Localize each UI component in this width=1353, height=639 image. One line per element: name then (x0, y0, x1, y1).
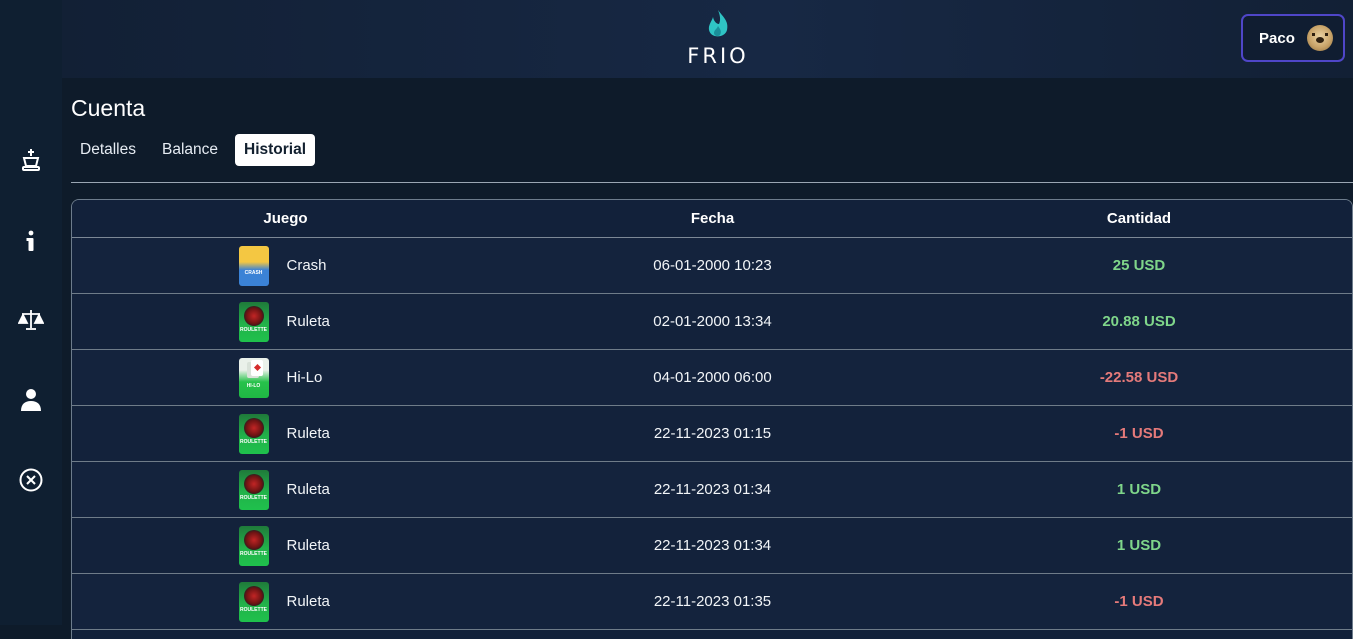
game-cell: ROULETTE Ruleta (72, 525, 499, 566)
game-name: Ruleta (286, 313, 330, 330)
game-name: Hi-Lo (286, 369, 323, 386)
game-name: Crash (286, 257, 327, 274)
table-row[interactable]: CRASH Crash 06-01-2000 10:23 25 USD (72, 238, 1352, 294)
table-row[interactable]: HI-LO Hi-Lo 04-01-2000 06:00 -22.58 USD (72, 350, 1352, 406)
tab-balance[interactable]: Balance (153, 134, 227, 166)
roulette-game-thumbnail: ROULETTE (238, 469, 269, 510)
close-circle-icon[interactable] (16, 465, 46, 495)
roulette-game-thumbnail: ROULETTE (238, 581, 269, 622)
thumbnail-label: ROULETTE (240, 326, 267, 333)
date-cell: 04-01-2000 06:00 (653, 369, 772, 386)
thumbnail-label: ROULETTE (240, 550, 267, 557)
thumbnail-label: ROULETTE (240, 438, 267, 445)
header: FRIO Paco (62, 0, 1353, 78)
date-cell: 22-11-2023 01:15 (653, 425, 772, 442)
avatar (1306, 25, 1333, 51)
date-cell: 22-11-2023 01:35 (653, 593, 772, 610)
date-cell: 06-01-2000 10:23 (653, 257, 772, 274)
date-cell: 22-11-2023 01:34 (653, 537, 772, 554)
amount-cell: -1 USD (1114, 593, 1164, 610)
roulette-wheel-icon (243, 585, 264, 606)
table-header: Juego Fecha Cantidad (72, 200, 1352, 238)
game-cell: ROULETTE Ruleta (72, 413, 499, 454)
page-title: Cuenta (71, 95, 146, 121)
tab-detalles[interactable]: Detalles (71, 134, 145, 166)
roulette-wheel-icon (243, 417, 264, 438)
history-table: Juego Fecha Cantidad CRASH Crash 06-01-200… (71, 199, 1353, 639)
roulette-wheel-icon (243, 473, 264, 494)
table-row[interactable]: ROULETTE Ruleta 22-11-2023 01:15 -1 USD (72, 406, 1352, 462)
logo-text: FRIO (687, 44, 749, 68)
hilo-game-thumbnail: HI-LO (238, 357, 269, 398)
flame-icon (708, 10, 728, 37)
table-row[interactable]: ROULETTE Ruleta 22-11-2023 01:34 1 USD (72, 518, 1352, 574)
game-name: Ruleta (286, 481, 330, 498)
user-menu-button[interactable]: Paco (1241, 14, 1345, 62)
game-cell: CRASH Crash (72, 245, 499, 286)
game-cell: ROULETTE Ruleta (72, 301, 499, 342)
roulette-wheel-icon (243, 529, 264, 550)
user-icon[interactable] (16, 385, 46, 415)
thumbnail-label: CRASH (244, 269, 263, 276)
thumbnail-label: HI-LO (246, 382, 261, 389)
roulette-game-thumbnail: ROULETTE (238, 301, 269, 342)
tab-bar: Detalles Balance Historial (71, 134, 323, 166)
info-icon[interactable] (16, 226, 46, 256)
crash-game-thumbnail: CRASH (238, 245, 269, 286)
table-row[interactable]: ROULETTE Ruleta 02-01-2000 13:34 20.88 USD (72, 294, 1352, 350)
table-row[interactable]: ROULETTE Ruleta 22-11-2023 01:34 1 USD (72, 462, 1352, 518)
game-name: Ruleta (286, 593, 330, 610)
roulette-wheel-icon (243, 305, 264, 326)
thumbnail-label: ROULETTE (240, 606, 267, 613)
amount-cell: 1 USD (1116, 537, 1162, 554)
column-header-fecha[interactable]: Fecha (499, 210, 926, 227)
date-cell: 02-01-2000 13:34 (653, 313, 772, 330)
game-cell: ROULETTE Ruleta (72, 469, 499, 510)
scale-icon[interactable] (16, 305, 46, 335)
logo[interactable]: FRIO (682, 8, 754, 74)
table-row[interactable]: ROULETTE Ruleta 22-11-2023 01:35 -1 USD (72, 574, 1352, 630)
column-header-juego[interactable]: Juego (72, 210, 499, 227)
amount-cell: 1 USD (1116, 481, 1162, 498)
sidebar (0, 0, 62, 625)
game-name: Ruleta (286, 425, 330, 442)
table-body: CRASH Crash 06-01-2000 10:23 25 USD ROULETTE… (72, 238, 1352, 630)
amount-cell: 25 USD (1112, 257, 1166, 274)
chess-king-icon[interactable] (16, 145, 46, 175)
thumbnail-label: ROULETTE (240, 494, 267, 501)
roulette-game-thumbnail: ROULETTE (238, 525, 269, 566)
user-name: Paco (1259, 29, 1295, 47)
game-cell: HI-LO Hi-Lo (72, 357, 499, 398)
amount-cell: 20.88 USD (1102, 313, 1176, 330)
divider (71, 182, 1353, 183)
card-icon (250, 359, 263, 376)
tab-historial[interactable]: Historial (235, 134, 316, 166)
game-name: Ruleta (286, 537, 330, 554)
amount-cell: -22.58 USD (1099, 369, 1179, 386)
column-header-cantidad[interactable]: Cantidad (926, 210, 1352, 227)
amount-cell: -1 USD (1114, 425, 1164, 442)
game-cell: ROULETTE Ruleta (72, 581, 499, 622)
date-cell: 22-11-2023 01:34 (653, 481, 772, 498)
roulette-game-thumbnail: ROULETTE (238, 413, 269, 454)
